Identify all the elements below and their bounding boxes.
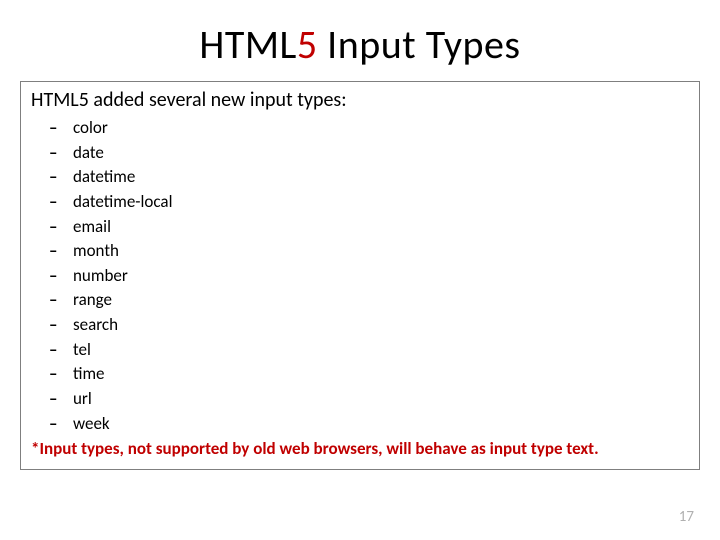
intro-text-2: added several new input types: xyxy=(89,88,347,112)
title-text-2: Input Types xyxy=(318,20,521,69)
slide-title: HTML5 Input Types xyxy=(0,20,720,69)
list-item: month xyxy=(73,239,689,264)
list-item: datetime xyxy=(73,165,689,190)
list-item: tel xyxy=(73,338,689,363)
slide: HTML5 Input Types HTML5 added several ne… xyxy=(0,0,720,540)
intro-text: HTML5 added several new input types: xyxy=(31,88,689,112)
list-item: email xyxy=(73,215,689,240)
list-item: week xyxy=(73,412,689,437)
list-item: number xyxy=(73,264,689,289)
page-number: 17 xyxy=(679,508,694,526)
list-item: date xyxy=(73,141,689,166)
list-item: url xyxy=(73,387,689,412)
type-list: color date datetime datetime-local email… xyxy=(31,116,689,436)
intro-accent: 5 xyxy=(79,88,89,112)
list-item: range xyxy=(73,288,689,313)
list-item: time xyxy=(73,362,689,387)
title-text-1: HTML xyxy=(199,20,296,69)
content-box: HTML5 added several new input types: col… xyxy=(20,81,700,470)
list-item: datetime-local xyxy=(73,190,689,215)
list-item: color xyxy=(73,116,689,141)
title-accent: 5 xyxy=(297,20,318,69)
intro-text-1: HTML xyxy=(31,88,79,112)
footnote: *Input types, not supported by old web b… xyxy=(31,438,689,459)
list-item: search xyxy=(73,313,689,338)
